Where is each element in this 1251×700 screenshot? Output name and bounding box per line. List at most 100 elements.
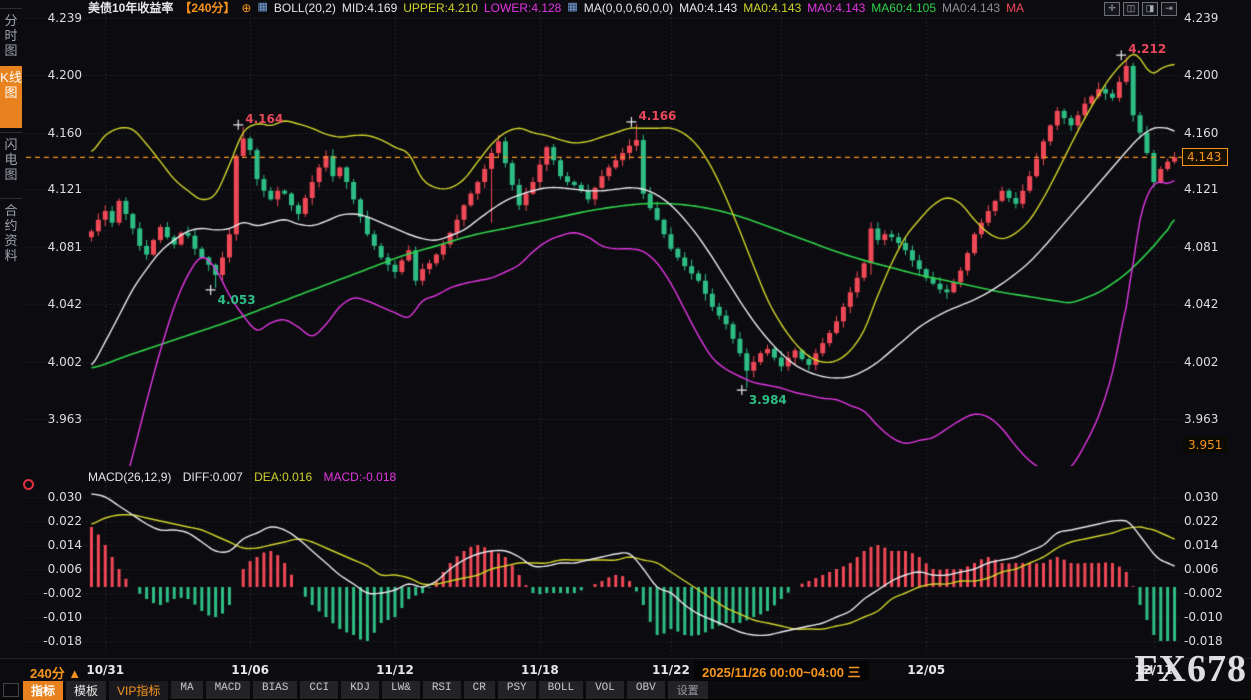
price-annotation-3.984: 3.984 <box>749 393 787 407</box>
macd-tick-right: 0.006 <box>1184 562 1242 576</box>
macd-dea-value: DEA:0.016 <box>254 470 312 484</box>
ma0-gray-value: MA0:4.143 <box>942 1 1000 15</box>
corner-box-icon[interactable] <box>3 683 19 697</box>
boll-indicator-icon[interactable]: ▦ <box>257 2 267 13</box>
candlestick-chart-canvas[interactable] <box>0 0 1251 699</box>
pane-layout2-icon[interactable]: ◨ <box>1142 2 1158 16</box>
indicator-button-kdj[interactable]: KDJ <box>341 681 379 699</box>
indicator-button-rsi[interactable]: RSI <box>423 681 461 699</box>
ma-indicator-icon[interactable]: ▦ <box>567 2 577 13</box>
instrument-title: 美债10年收益率 <box>88 0 173 16</box>
price-tick-left: 4.160 <box>24 126 82 140</box>
indicator-button-cr[interactable]: CR <box>464 681 495 699</box>
price-tick-right: 4.121 <box>1184 182 1242 196</box>
boll-mid-value: MID:4.169 <box>342 1 397 15</box>
ma0-magenta-value: MA0:4.143 <box>807 1 865 15</box>
date-axis-row: 240分 ▲ 10/31 11/06 11/12 11/18 11/22 2025/11/… <box>0 658 1251 681</box>
price-tick-right: 4.239 <box>1184 11 1242 25</box>
indicator-toolbar: 指标模板VIP指标 MAMACDBIASCCIKDJLW&RSICRPSYBOL… <box>0 681 1251 699</box>
price-annotation-4.053: 4.053 <box>218 293 256 307</box>
sidebar-tab-1[interactable]: 分时图 <box>0 8 22 65</box>
toolbar-tab-2[interactable]: 模板 <box>66 681 106 700</box>
indicator-button-ma[interactable]: MA <box>171 681 202 699</box>
toolbar-tabs: 指标模板VIP指标 <box>23 681 171 700</box>
indicator-button-vol[interactable]: VOL <box>586 681 624 699</box>
macd-pane-handle-icon[interactable] <box>23 479 34 490</box>
price-tick-left: 4.121 <box>24 182 82 196</box>
low-price-tag: 3.951 <box>1183 437 1227 453</box>
chart-tool-icons: ✛◫◨⇥ <box>1104 2 1177 16</box>
macd-label[interactable]: MACD(26,12,9) <box>88 470 171 484</box>
indicator-button-cci[interactable]: CCI <box>300 681 338 699</box>
macd-tick-right: -0.010 <box>1184 610 1242 624</box>
macd-header: MACD(26,12,9) DIFF:0.007 DEA:0.016 MACD:… <box>88 470 404 484</box>
date-label: 12/05 <box>907 663 945 677</box>
current-price-badge: 4.143 <box>1182 148 1228 166</box>
price-annotation-4.212: 4.212 <box>1128 42 1166 56</box>
price-tick-left: 4.002 <box>24 355 82 369</box>
date-label: 11/18 <box>521 663 559 677</box>
sidebar-tab-2[interactable]: K线图 <box>0 66 22 128</box>
price-tick-right: 4.081 <box>1184 240 1242 254</box>
indicator-button-obv[interactable]: OBV <box>627 681 665 699</box>
ma0-yellow-value: MA0:4.143 <box>743 1 801 15</box>
ma-label: MA(0,0,0,60,0,0) <box>584 1 673 15</box>
price-tick-right: 4.160 <box>1184 126 1242 140</box>
price-annotation-4.164: 4.164 <box>245 112 283 126</box>
indicator-button-boll[interactable]: BOLL <box>539 681 583 699</box>
sidebar-tab-3[interactable]: 闪电图 <box>0 132 22 193</box>
indicator-button-bias[interactable]: BIAS <box>253 681 297 699</box>
ma60-green-value: MA60:4.105 <box>871 1 936 15</box>
fx678-watermark: FX678 <box>1134 647 1247 691</box>
chart-stage: 美债10年收益率 【240分】 ⊕ ▦ BOLL(20,2) MID:4.169… <box>0 0 1251 699</box>
crosshair-icon[interactable]: ✛ <box>1104 2 1120 16</box>
settings-button[interactable]: 设置 <box>668 681 708 699</box>
indicator-button-macd[interactable]: MACD <box>206 681 250 699</box>
price-tick-left: 4.239 <box>24 11 82 25</box>
chart-header: 美债10年收益率 【240分】 ⊕ ▦ BOLL(20,2) MID:4.169… <box>88 1 1024 14</box>
macd-tick-right: 0.014 <box>1184 538 1242 552</box>
boll-label: BOLL(20,2) <box>274 1 336 15</box>
macd-tick-right: 0.022 <box>1184 514 1242 528</box>
ma-red-label: MA <box>1006 1 1024 15</box>
date-label: 11/22 <box>652 663 690 677</box>
price-tick-left: 3.963 <box>24 412 82 426</box>
highlighted-date-range: 2025/11/26 00:00~04:00 三 <box>694 661 869 682</box>
add-indicator-icon[interactable]: ⊕ <box>241 1 251 15</box>
expand-icon[interactable]: ⇥ <box>1161 2 1177 16</box>
price-tick-right: 4.042 <box>1184 297 1242 311</box>
macd-tick-left: 0.030 <box>24 490 82 504</box>
boll-lower-value: LOWER:4.128 <box>484 1 561 15</box>
period-chip[interactable]: 240分 ▲ <box>30 663 81 682</box>
macd-tick-left: -0.018 <box>24 634 82 648</box>
macd-macd-value: MACD:-0.018 <box>323 470 396 484</box>
macd-tick-right: -0.002 <box>1184 586 1242 600</box>
date-label: 11/06 <box>231 663 269 677</box>
macd-tick-right: -0.018 <box>1184 634 1242 648</box>
price-tick-right: 3.963 <box>1184 412 1242 426</box>
indicator-button-psy[interactable]: PSY <box>498 681 536 699</box>
macd-tick-left: 0.022 <box>24 514 82 528</box>
macd-tick-left: 0.006 <box>24 562 82 576</box>
price-tick-left: 4.200 <box>24 68 82 82</box>
macd-tick-left: -0.010 <box>24 610 82 624</box>
pane-layout-icon[interactable]: ◫ <box>1123 2 1139 16</box>
price-tick-right: 4.002 <box>1184 355 1242 369</box>
macd-tick-left: -0.002 <box>24 586 82 600</box>
date-label: 10/31 <box>86 663 124 677</box>
toolbar-tab-3[interactable]: VIP指标 <box>109 681 168 700</box>
toolbar-tab-1[interactable]: 指标 <box>23 681 63 700</box>
macd-tick-left: 0.014 <box>24 538 82 552</box>
indicator-button-lw&[interactable]: LW& <box>382 681 420 699</box>
macd-diff-value: DIFF:0.007 <box>183 470 243 484</box>
sidebar-tab-4[interactable]: 合约资料 <box>0 198 22 275</box>
ma0-white-value: MA0:4.143 <box>679 1 737 15</box>
macd-tick-right: 0.030 <box>1184 490 1242 504</box>
price-tick-right: 4.200 <box>1184 68 1242 82</box>
boll-upper-value: UPPER:4.210 <box>403 1 478 15</box>
price-tick-left: 4.081 <box>24 240 82 254</box>
period-label[interactable]: 【240分】 <box>179 0 235 16</box>
price-annotation-4.166: 4.166 <box>638 109 676 123</box>
price-tick-left: 4.042 <box>24 297 82 311</box>
date-label: 11/12 <box>376 663 414 677</box>
